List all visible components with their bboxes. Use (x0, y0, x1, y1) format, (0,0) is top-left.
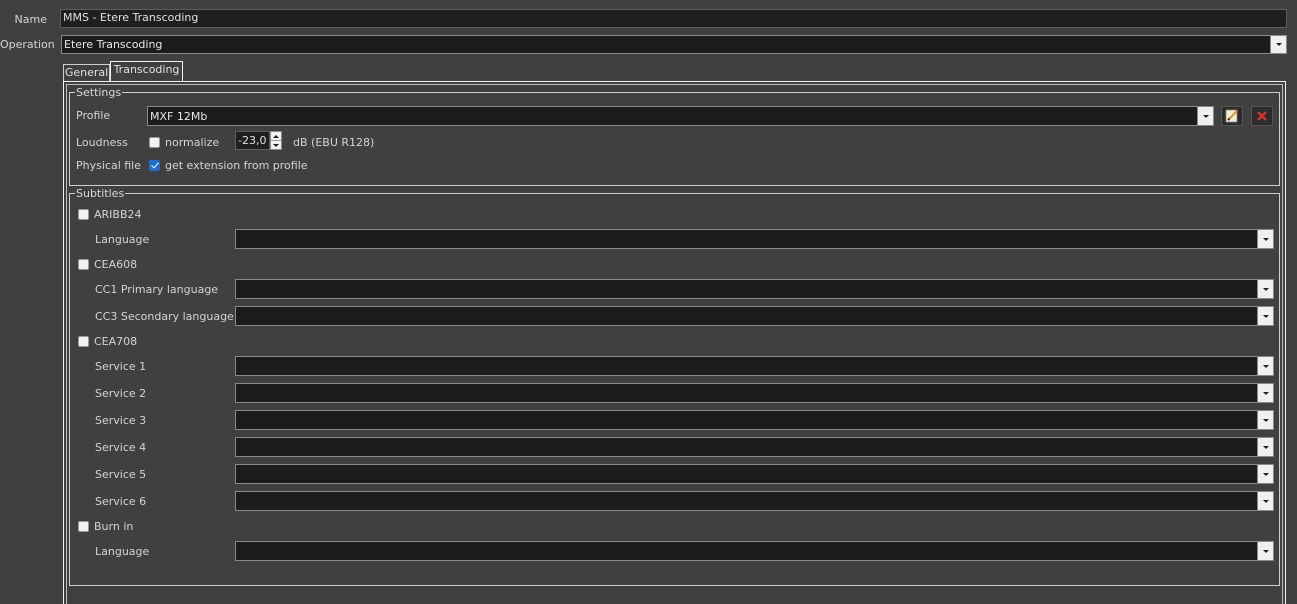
service-2-label: Service 2 (95, 387, 147, 400)
delete-icon (1257, 111, 1267, 121)
cc3-select[interactable] (235, 306, 1274, 326)
tab-transcoding[interactable]: Transcoding (110, 61, 183, 82)
aribb24-language-label: Language (95, 233, 150, 246)
chevron-down-icon[interactable] (1197, 107, 1213, 125)
burnin-language-select[interactable] (235, 541, 1274, 561)
profile-select[interactable]: MXF 12Mb (147, 106, 1214, 126)
chevron-down-icon[interactable] (1257, 438, 1273, 456)
operation-value: Etere Transcoding (64, 38, 163, 51)
service-1-label: Service 1 (95, 360, 147, 373)
name-label: Name (14, 13, 47, 26)
aribb24-checkbox[interactable] (78, 209, 89, 220)
chevron-down-icon[interactable] (1257, 542, 1273, 560)
subtitles-title: Subtitles (75, 187, 126, 200)
profile-label: Profile (76, 109, 111, 122)
edit-profile-button[interactable] (1221, 106, 1243, 126)
service-5-select[interactable] (235, 464, 1274, 484)
normalize-checkbox[interactable] (149, 137, 160, 148)
loudness-label: Loudness (76, 136, 128, 149)
cc3-label: CC3 Secondary language (95, 310, 234, 323)
chevron-down-icon[interactable] (1257, 384, 1273, 402)
service-4-label: Service 4 (95, 441, 147, 454)
cea708-label: CEA708 (94, 335, 138, 348)
chevron-down-icon[interactable] (1257, 465, 1273, 483)
name-field[interactable]: MMS - Etere Transcoding (60, 9, 1287, 28)
cea608-checkbox[interactable] (78, 259, 89, 270)
cc1-select[interactable] (235, 279, 1274, 299)
loudness-unit: dB (EBU R128) (293, 136, 375, 149)
burnin-language-label: Language (95, 545, 150, 558)
aribb24-label: ARIBB24 (94, 208, 142, 221)
burnin-label: Burn in (94, 520, 134, 533)
chevron-down-icon[interactable] (1257, 492, 1273, 510)
physical-file-label: Physical file (76, 159, 141, 172)
extension-label: get extension from profile (165, 159, 308, 172)
service-3-select[interactable] (235, 410, 1274, 430)
chevron-down-icon[interactable] (1270, 36, 1286, 53)
service-1-select[interactable] (235, 356, 1274, 376)
stepper-down-icon[interactable] (271, 140, 281, 149)
service-4-select[interactable] (235, 437, 1274, 457)
profile-value: MXF 12Mb (150, 109, 208, 123)
service-5-label: Service 5 (95, 468, 147, 481)
loudness-input[interactable]: -23,0 (235, 131, 270, 150)
service-3-label: Service 3 (95, 414, 147, 427)
service-6-select[interactable] (235, 491, 1274, 511)
extension-checkbox[interactable] (149, 160, 160, 171)
delete-profile-button[interactable] (1251, 106, 1273, 126)
service-6-label: Service 6 (95, 495, 147, 508)
tab-general[interactable]: General (63, 64, 110, 82)
burnin-checkbox[interactable] (78, 521, 89, 532)
chevron-down-icon[interactable] (1257, 411, 1273, 429)
operation-label: Operation (0, 38, 55, 51)
stepper-up-icon[interactable] (271, 132, 281, 140)
loudness-stepper[interactable] (270, 131, 282, 150)
chevron-down-icon[interactable] (1257, 230, 1273, 248)
normalize-label: normalize (165, 136, 220, 149)
chevron-down-icon[interactable] (1257, 357, 1273, 375)
chevron-down-icon[interactable] (1257, 307, 1273, 325)
edit-icon (1225, 109, 1238, 123)
aribb24-language-select[interactable] (235, 229, 1274, 249)
operation-select[interactable]: Etere Transcoding (61, 35, 1287, 54)
chevron-down-icon[interactable] (1257, 280, 1273, 298)
cea608-label: CEA608 (94, 258, 138, 271)
settings-title: Settings (75, 86, 123, 99)
service-2-select[interactable] (235, 383, 1274, 403)
cc1-label: CC1 Primary language (95, 283, 219, 296)
cea708-checkbox[interactable] (78, 336, 89, 347)
